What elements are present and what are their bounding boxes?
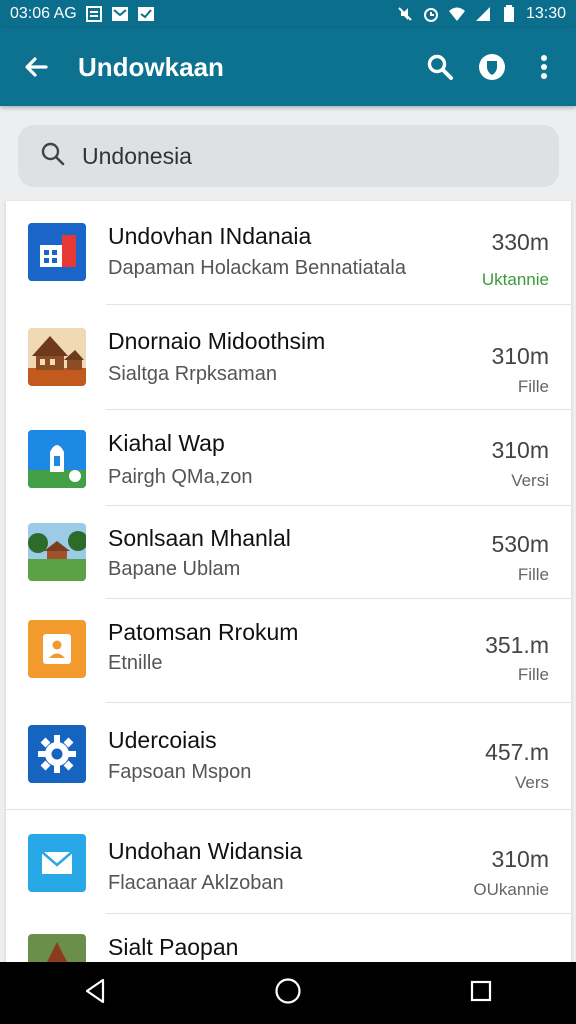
nav-bar — [0, 962, 576, 1024]
list-item[interactable]: Undovhan INdanaia Dapaman Holackam Benna… — [6, 201, 571, 305]
status-bar: 03:06 AG 13:30 — [0, 0, 576, 28]
list-item[interactable]: Dnornaio Midoothsim Sialtga Rrpksaman 31… — [6, 305, 571, 410]
list-item-type: Versi — [511, 471, 549, 490]
list-item-type: Fille — [517, 665, 549, 684]
list-item[interactable]: Undohan Widansia Flacanaar Aklzoban 310m… — [6, 810, 571, 914]
list-item-type: Fille — [517, 565, 549, 584]
app-bar-actions — [414, 41, 570, 93]
list-item-subtitle: Flacanaar Aklzoban — [108, 872, 284, 894]
battery-icon — [500, 5, 518, 23]
shield-icon[interactable] — [466, 41, 518, 93]
results-list: Undovhan INdanaia Dapaman Holackam Benna… — [6, 201, 571, 962]
recents-square-icon[interactable] — [469, 979, 493, 1008]
list-item[interactable]: Udercoiais Fapsoan Mspon 457.m Vers — [6, 703, 571, 810]
list-item[interactable]: Sonlsaan Mhanlal Bapane Ublam 530m Fille — [6, 506, 571, 599]
list-item-title: Dnornaio Midoothsim — [108, 328, 326, 354]
list-item-size: 310m — [491, 343, 549, 369]
mute-icon — [396, 5, 414, 23]
search-input[interactable] — [80, 141, 504, 171]
home-circle-icon[interactable] — [274, 977, 302, 1010]
building-icon — [28, 223, 86, 281]
list-item-title: Udercoiais — [108, 727, 217, 753]
list-item[interactable]: Patomsan Rrokum Etnille 351.m Fille — [6, 599, 571, 703]
search-icon[interactable] — [414, 41, 466, 93]
list-item-title: Sialt Paopan — [108, 934, 239, 960]
list-item-size: 310m — [491, 846, 549, 872]
check-icon — [137, 5, 155, 23]
list-item-type: Uktannie — [481, 270, 549, 289]
temple-photo-icon — [28, 934, 86, 962]
list-item[interactable]: Kiahal Wap Pairgh QMa,zon 310m Versi — [6, 410, 571, 506]
mail-icon — [28, 834, 86, 892]
list-item-size: 457.m — [485, 739, 549, 765]
app-bar: Undowkaan — [0, 28, 576, 106]
contact-card-icon — [28, 620, 86, 678]
list-item-size: 310m — [491, 437, 549, 463]
page-title: Undowkaan — [78, 51, 224, 82]
back-triangle-icon[interactable] — [83, 978, 107, 1009]
list-item-title: Patomsan Rrokum — [108, 619, 299, 645]
list-item-type: Vers — [514, 773, 549, 792]
list-item-size: 330m — [491, 229, 549, 255]
list-item-type: Fille — [517, 377, 549, 396]
list-item-subtitle: Fapsoan Mspon — [108, 761, 252, 783]
gear-icon — [28, 725, 86, 783]
list-item-size: 351.m — [485, 632, 549, 658]
mail-icon — [111, 5, 129, 23]
list-item-size: 530m — [491, 531, 549, 557]
image-icon — [85, 5, 103, 23]
list-item-subtitle: Sialtga Rrpksaman — [108, 363, 277, 385]
wifi-icon — [448, 5, 466, 23]
alarm-icon — [422, 5, 440, 23]
list-item-title: Undovhan INdanaia — [108, 223, 312, 249]
pavilion-photo-icon — [28, 523, 86, 581]
list-item[interactable]: Sialt Paopan — [6, 914, 571, 962]
status-time: 13:30 — [525, 5, 566, 22]
search-bar[interactable] — [18, 125, 559, 187]
house-photo-icon — [28, 328, 86, 386]
list-item-subtitle: Bapane Ublam — [108, 558, 241, 580]
status-left-text: 03:06 AG — [10, 5, 77, 22]
list-item-subtitle: Etnille — [108, 652, 163, 674]
list-item-subtitle: Pairgh QMa,zon — [108, 466, 253, 488]
back-arrow-icon[interactable] — [10, 41, 62, 93]
search-icon — [40, 141, 66, 172]
signal-icon — [474, 5, 492, 23]
list-item-subtitle: Dapaman Holackam Bennatiatala — [108, 257, 406, 279]
map-pin-icon — [28, 430, 86, 488]
list-item-type: OUkannie — [473, 880, 549, 899]
list-item-title: Sonlsaan Mhanlal — [108, 525, 291, 551]
status-bar-left: 03:06 AG — [10, 5, 155, 23]
list-item-title: Kiahal Wap — [108, 430, 225, 456]
status-bar-right: 13:30 — [396, 5, 566, 23]
more-vert-icon[interactable] — [518, 41, 570, 93]
list-item-title: Undohan Widansia — [108, 838, 303, 864]
